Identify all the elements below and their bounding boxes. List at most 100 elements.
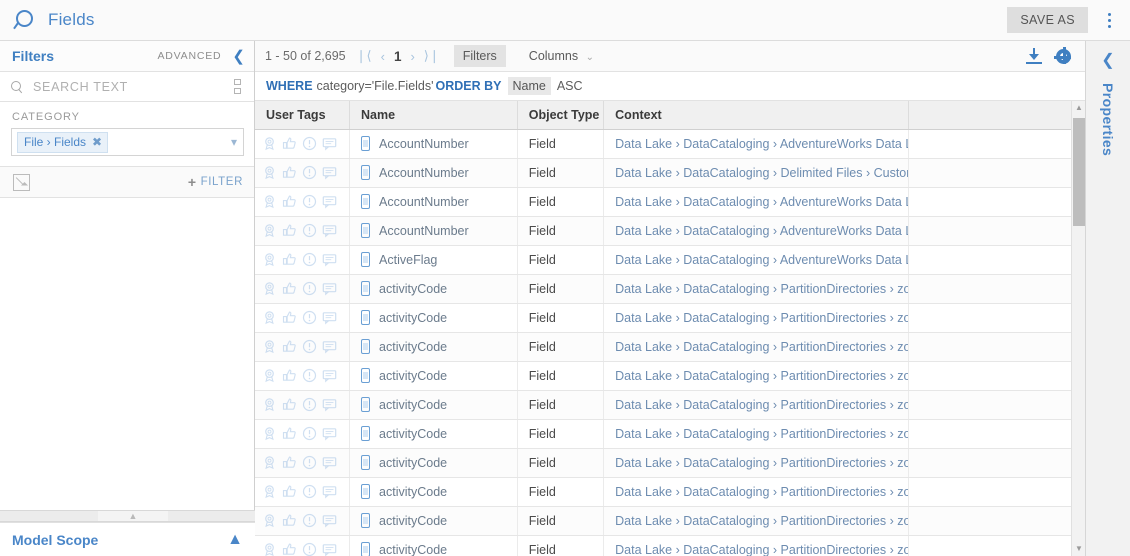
thumbs-up-icon[interactable] xyxy=(282,310,297,325)
warning-icon[interactable] xyxy=(302,165,317,180)
comment-icon[interactable] xyxy=(322,339,337,354)
table-row[interactable]: AccountNumberFieldData Lake › DataCatalo… xyxy=(255,187,1085,216)
comment-icon[interactable] xyxy=(322,281,337,296)
comment-icon[interactable] xyxy=(322,223,337,238)
thumbs-up-icon[interactable] xyxy=(282,281,297,296)
context-path-link[interactable]: Data Lake › DataCataloging › PartitionDi… xyxy=(615,543,908,556)
context-path-link[interactable]: Data Lake › DataCataloging › PartitionDi… xyxy=(615,456,908,470)
comment-icon[interactable] xyxy=(322,368,337,383)
context-path-link[interactable]: Data Lake › DataCataloging › PartitionDi… xyxy=(615,340,908,354)
certification-icon[interactable] xyxy=(262,310,277,325)
certification-icon[interactable] xyxy=(262,368,277,383)
panel-splitter[interactable]: ▲ xyxy=(0,510,255,522)
context-path-link[interactable]: Data Lake › DataCataloging › AdventureWo… xyxy=(615,137,908,151)
context-path-link[interactable]: Data Lake › DataCataloging › PartitionDi… xyxy=(615,427,908,441)
certification-icon[interactable] xyxy=(262,136,277,151)
comment-icon[interactable] xyxy=(322,397,337,412)
certification-icon[interactable] xyxy=(262,281,277,296)
thumbs-up-icon[interactable] xyxy=(282,339,297,354)
comment-icon[interactable] xyxy=(322,310,337,325)
warning-icon[interactable] xyxy=(302,513,317,528)
context-path-link[interactable]: Data Lake › DataCataloging › PartitionDi… xyxy=(615,514,908,528)
scroll-down-icon[interactable]: ▼ xyxy=(1072,542,1085,556)
warning-icon[interactable] xyxy=(302,310,317,325)
warning-icon[interactable] xyxy=(302,194,317,209)
column-header-user-tags[interactable]: User Tags xyxy=(255,101,350,129)
save-as-button[interactable]: SAVE AS xyxy=(1007,7,1088,33)
table-row[interactable]: AccountNumberFieldData Lake › DataCatalo… xyxy=(255,216,1085,245)
table-row[interactable]: activityCodeFieldData Lake › DataCatalog… xyxy=(255,535,1085,556)
chevron-up-icon[interactable]: ▲ xyxy=(227,531,243,549)
certification-icon[interactable] xyxy=(262,165,277,180)
certification-icon[interactable] xyxy=(262,252,277,267)
model-scope-section[interactable]: Model Scope ▲ xyxy=(0,522,255,556)
certification-icon[interactable] xyxy=(262,484,277,499)
field-name-link[interactable]: AccountNumber xyxy=(379,195,469,209)
table-row[interactable]: activityCodeFieldData Lake › DataCatalog… xyxy=(255,303,1085,332)
current-page[interactable]: 1 xyxy=(394,49,402,64)
field-name-link[interactable]: AccountNumber xyxy=(379,166,469,180)
comment-icon[interactable] xyxy=(322,165,337,180)
certification-icon[interactable] xyxy=(262,542,277,556)
context-path-link[interactable]: Data Lake › DataCataloging › Delimited F… xyxy=(615,166,908,180)
advanced-link[interactable]: ADVANCED xyxy=(157,50,221,62)
field-name-link[interactable]: activityCode xyxy=(379,369,447,383)
table-row[interactable]: ActiveFlagFieldData Lake › DataCatalogin… xyxy=(255,245,1085,274)
comment-icon[interactable] xyxy=(322,455,337,470)
thumbs-up-icon[interactable] xyxy=(282,484,297,499)
table-row[interactable]: activityCodeFieldData Lake › DataCatalog… xyxy=(255,506,1085,535)
table-row[interactable]: AccountNumberFieldData Lake › DataCatalo… xyxy=(255,129,1085,158)
field-name-link[interactable]: activityCode xyxy=(379,398,447,412)
order-by-field[interactable]: Name xyxy=(508,77,551,95)
warning-icon[interactable] xyxy=(302,339,317,354)
field-name-link[interactable]: AccountNumber xyxy=(379,224,469,238)
comment-icon[interactable] xyxy=(322,484,337,499)
column-header-name[interactable]: Name xyxy=(350,101,518,129)
table-scrollbar[interactable]: ▲ ▼ xyxy=(1071,101,1085,556)
first-page-icon[interactable]: ❘⟨ xyxy=(356,48,372,64)
context-path-link[interactable]: Data Lake › DataCataloging › PartitionDi… xyxy=(615,369,908,383)
chevron-down-icon[interactable]: ▾ xyxy=(231,135,237,149)
field-name-link[interactable]: activityCode xyxy=(379,282,447,296)
gear-icon[interactable] xyxy=(1056,49,1071,64)
columns-button[interactable]: Columns ⌄ xyxy=(520,45,603,67)
category-chip[interactable]: File › Fields ✖ xyxy=(17,132,108,153)
field-name-link[interactable]: ActiveFlag xyxy=(379,253,437,267)
context-path-link[interactable]: Data Lake › DataCataloging › PartitionDi… xyxy=(615,398,908,412)
thumbs-up-icon[interactable] xyxy=(282,194,297,209)
chevron-left-icon[interactable]: ❮ xyxy=(232,49,245,64)
column-header-context[interactable]: Context xyxy=(604,101,909,129)
prev-page-icon[interactable]: ‹ xyxy=(381,49,385,64)
certification-icon[interactable] xyxy=(262,455,277,470)
warning-icon[interactable] xyxy=(302,223,317,238)
kebab-menu-icon[interactable] xyxy=(1096,5,1122,35)
context-path-link[interactable]: Data Lake › DataCataloging › AdventureWo… xyxy=(615,253,908,267)
close-icon[interactable]: ✖ xyxy=(92,135,102,149)
next-page-icon[interactable]: › xyxy=(410,49,414,64)
column-header-object-type[interactable]: Object Type xyxy=(517,101,603,129)
certification-icon[interactable] xyxy=(262,513,277,528)
field-name-link[interactable]: activityCode xyxy=(379,456,447,470)
field-name-link[interactable]: AccountNumber xyxy=(379,137,469,151)
comment-icon[interactable] xyxy=(322,194,337,209)
field-name-link[interactable]: activityCode xyxy=(379,485,447,499)
grid-toggle-icon[interactable] xyxy=(234,79,244,94)
table-row[interactable]: activityCodeFieldData Lake › DataCatalog… xyxy=(255,477,1085,506)
context-path-link[interactable]: Data Lake › DataCataloging › PartitionDi… xyxy=(615,282,908,296)
table-row[interactable]: activityCodeFieldData Lake › DataCatalog… xyxy=(255,419,1085,448)
field-name-link[interactable]: activityCode xyxy=(379,427,447,441)
warning-icon[interactable] xyxy=(302,252,317,267)
warning-icon[interactable] xyxy=(302,368,317,383)
certification-icon[interactable] xyxy=(262,426,277,441)
scroll-up-icon[interactable]: ▲ xyxy=(1072,101,1085,115)
warning-icon[interactable] xyxy=(302,281,317,296)
field-name-link[interactable]: activityCode xyxy=(379,311,447,325)
thumbs-up-icon[interactable] xyxy=(282,165,297,180)
warning-icon[interactable] xyxy=(302,426,317,441)
thumbs-up-icon[interactable] xyxy=(282,368,297,383)
comment-icon[interactable] xyxy=(322,542,337,556)
table-row[interactable]: AccountNumberFieldData Lake › DataCatalo… xyxy=(255,158,1085,187)
thumbs-up-icon[interactable] xyxy=(282,252,297,267)
warning-icon[interactable] xyxy=(302,397,317,412)
field-name-link[interactable]: activityCode xyxy=(379,543,447,556)
